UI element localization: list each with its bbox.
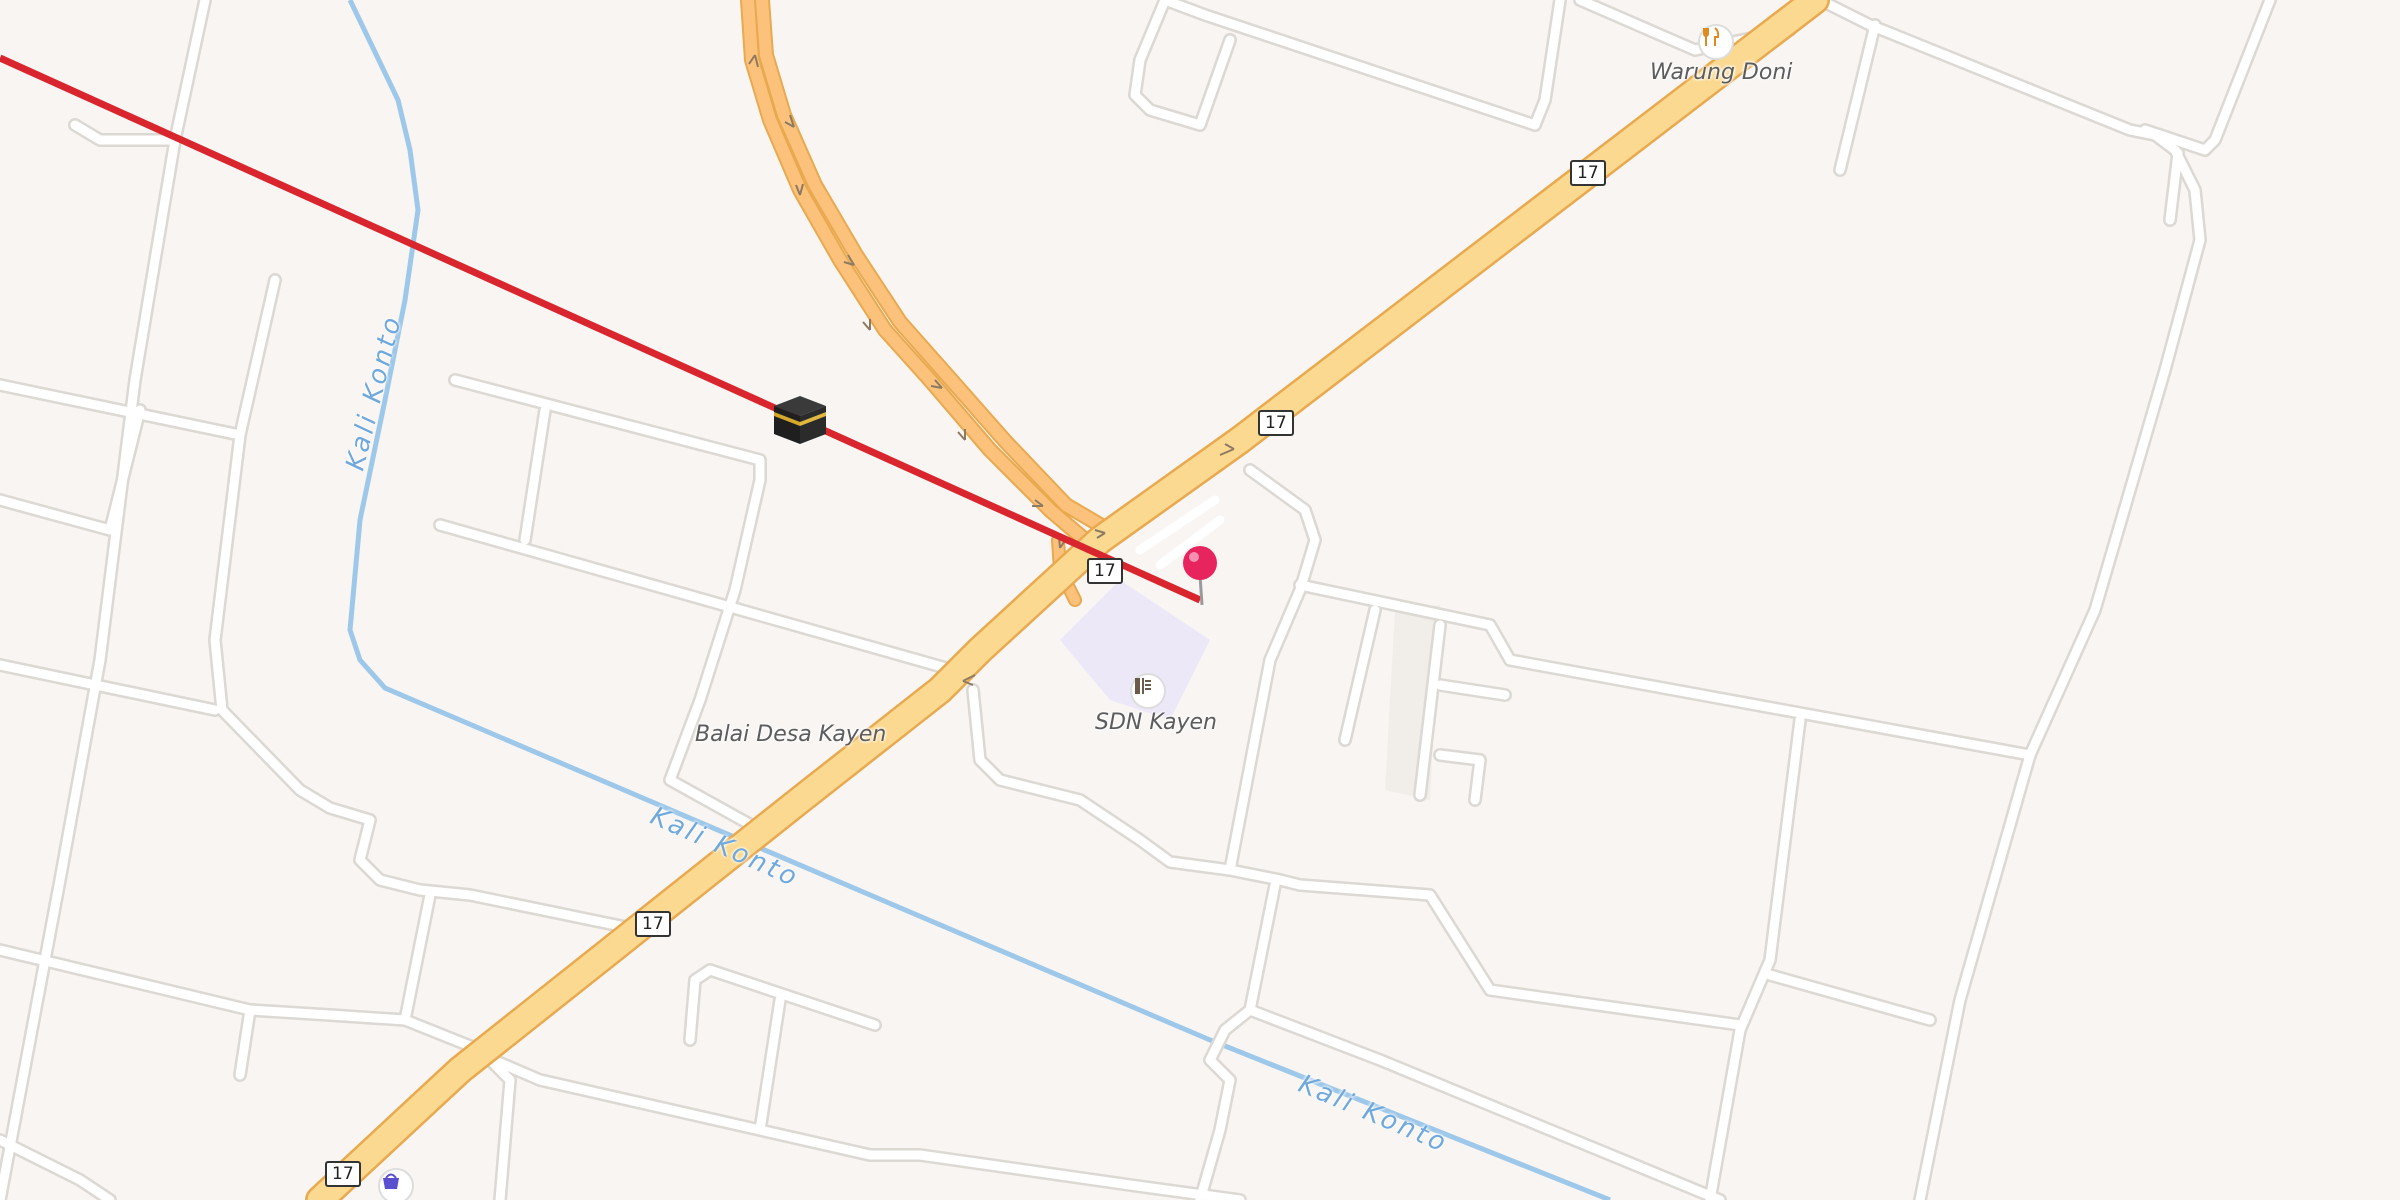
poi-label-sdn-kayen[interactable]: SDN Kayen bbox=[1095, 710, 1217, 735]
route-shield: 17 bbox=[1258, 410, 1294, 436]
fork-knife-icon[interactable] bbox=[1698, 24, 1734, 60]
location-pin-icon[interactable] bbox=[1180, 545, 1220, 605]
shopping-basket-icon[interactable] bbox=[378, 1168, 414, 1200]
route-shield: 17 bbox=[635, 911, 671, 937]
school-icon[interactable] bbox=[1130, 673, 1166, 709]
kaaba-icon bbox=[770, 392, 830, 447]
place-label-balai-desa[interactable]: Balai Desa Kayen bbox=[695, 722, 886, 747]
poi-label-warung-doni[interactable]: Warung Doni bbox=[1650, 60, 1792, 85]
route-shield: 17 bbox=[1087, 558, 1123, 584]
route-shield: 17 bbox=[325, 1161, 361, 1187]
oneway-arrows bbox=[748, 54, 1235, 686]
map-view[interactable]: 17 17 17 17 17 Warung Doni SDN Kayen Bal… bbox=[0, 0, 2400, 1200]
route-shield: 17 bbox=[1570, 160, 1606, 186]
interchange-ramps bbox=[740, 0, 1128, 607]
qibla-direction-line bbox=[0, 54, 1202, 604]
